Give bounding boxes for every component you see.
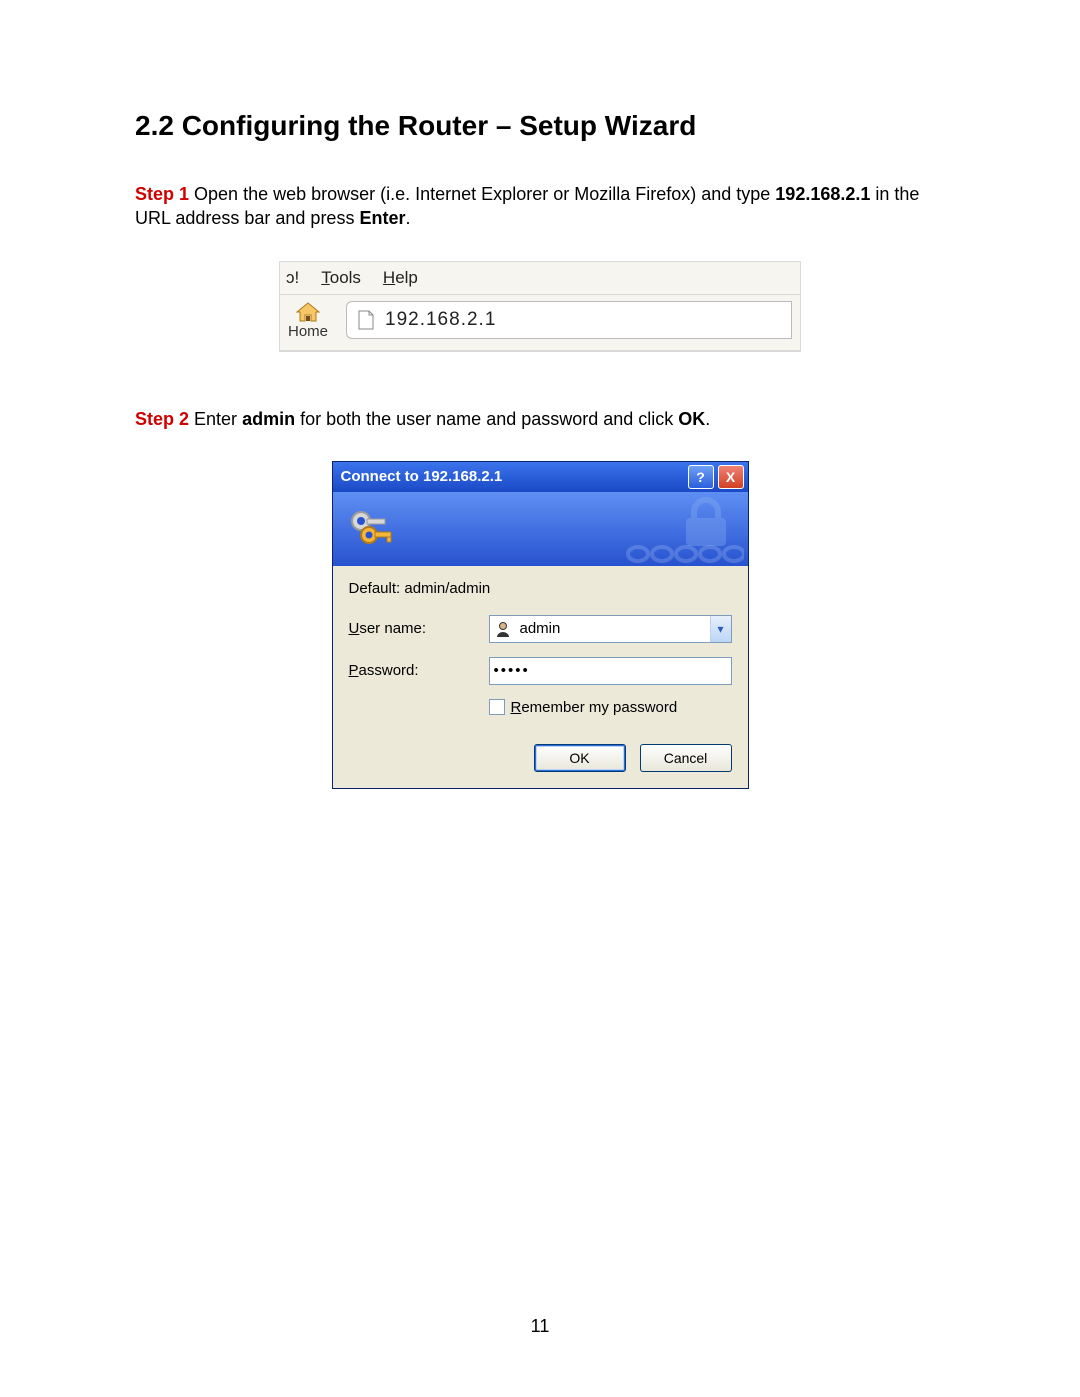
dialog-titlebar[interactable]: Connect to 192.168.2.1 ? X [333,462,748,492]
step1-paragraph: Step 1 Open the web browser (i.e. Intern… [135,182,945,231]
document-page: 2.2 Configuring the Router – Setup Wizar… [0,0,1080,1397]
help-icon: ? [696,469,705,485]
step2-period: . [705,409,710,429]
cancel-button[interactable]: Cancel [640,744,732,772]
browser-toolbar: Home 192.168.2.1 [280,295,800,351]
person-icon [494,620,512,638]
username-label: User name:User name: [349,620,489,637]
chevron-down-icon[interactable]: ▾ [710,616,731,642]
page-icon [357,310,375,330]
step2-text-b: for both the user name and password and … [295,409,678,429]
auth-dialog: Connect to 192.168.2.1 ? X [332,461,749,789]
username-value: admin [520,620,561,637]
help-button[interactable]: ? [688,465,714,489]
menu-fragment: ɔ! [286,268,299,288]
url-bar[interactable]: 192.168.2.1 [346,301,792,339]
browser-menubar: ɔ! TToolsools HHelpelp [280,262,800,295]
step2-label: Step 2 [135,409,189,429]
step1-ip: 192.168.2.1 [775,184,870,204]
password-row: Password:Password: ••••• [349,657,732,685]
dialog-buttons: OK Cancel [349,744,732,772]
step1-period: . [405,208,410,228]
username-row: User name:User name: admin ▾ [349,615,732,643]
url-value: 192.168.2.1 [385,309,496,331]
page-number: 11 [0,1316,1080,1337]
password-value: ••••• [494,662,530,679]
keys-icon [347,505,395,558]
section-heading: 2.2 Configuring the Router – Setup Wizar… [135,110,945,142]
remember-row: Remember my passwordRemember my password [489,699,732,716]
step1-label: Step 1 [135,184,189,204]
dialog-body: Default: admin/admin User name:User name… [333,566,748,788]
step2-admin: admin [242,409,295,429]
username-field[interactable]: admin ▾ [489,615,732,643]
dialog-title: Connect to 192.168.2.1 [341,468,503,485]
home-button[interactable]: Home [288,301,328,340]
close-button[interactable]: X [718,465,744,489]
ok-button[interactable]: OK [534,744,626,772]
dialog-banner [333,492,748,566]
step1-text-a: Open the web browser (i.e. Internet Expl… [189,184,775,204]
home-label: Home [288,323,328,340]
remember-checkbox[interactable] [489,699,505,715]
banner-chain-icon [624,541,744,566]
password-label: Password:Password: [349,662,489,679]
step1-enter: Enter [359,208,405,228]
browser-screenshot: ɔ! TToolsools HHelpelp Home 192.168.2.1 [279,261,801,352]
close-icon: X [726,469,735,485]
step2-ok: OK [678,409,705,429]
menu-tools[interactable]: TToolsools [321,268,361,288]
step2-text-a: Enter [189,409,242,429]
step2-paragraph: Step 2 Enter admin for both the user nam… [135,407,945,431]
default-credentials-text: Default: admin/admin [349,580,732,597]
remember-label[interactable]: Remember my passwordRemember my password [511,699,678,716]
home-icon [295,301,321,323]
password-field[interactable]: ••••• [489,657,732,685]
menu-help[interactable]: HHelpelp [383,268,418,288]
